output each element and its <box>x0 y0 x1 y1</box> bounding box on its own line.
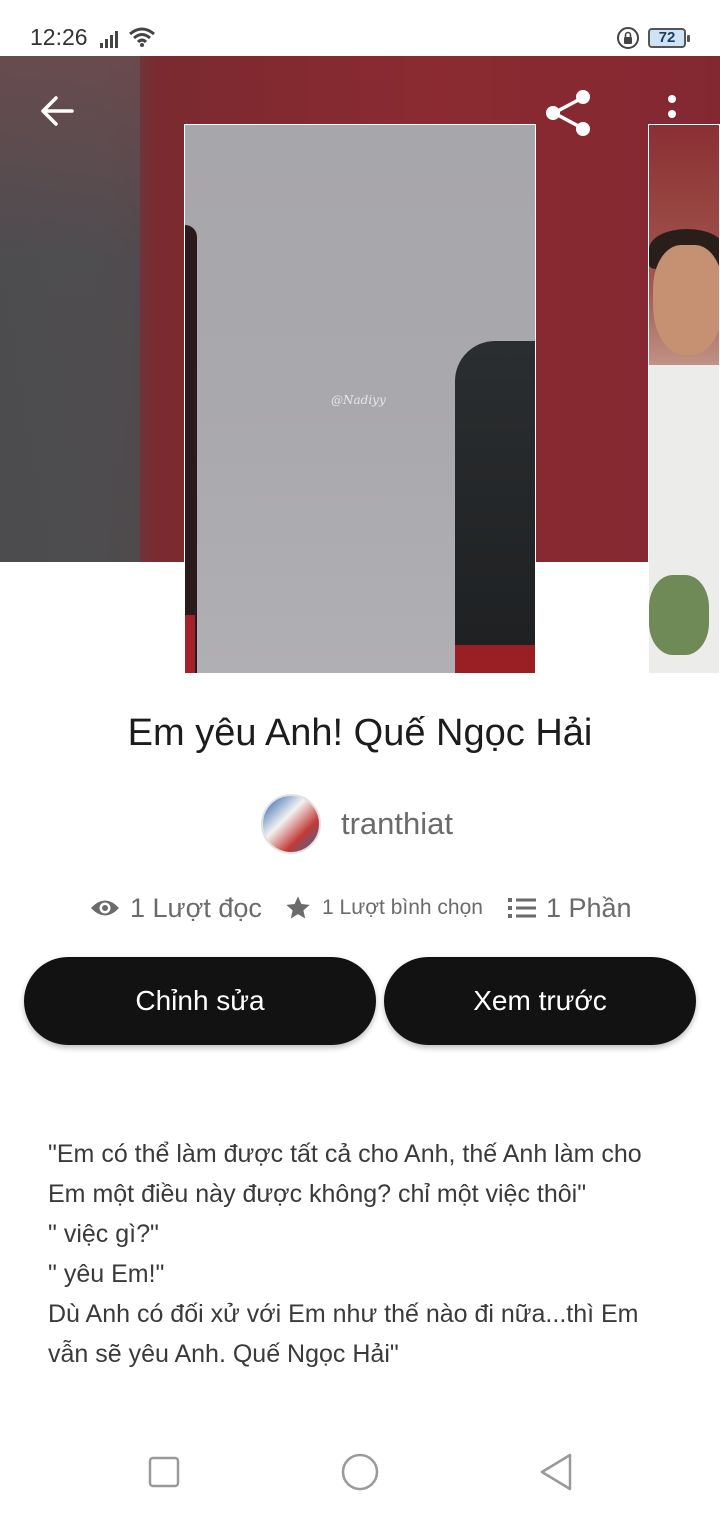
wifi-icon <box>129 27 155 47</box>
description-line: " việc gì?" <box>48 1220 159 1248</box>
cover-figure-right-accent <box>455 645 535 673</box>
back-arrow-icon[interactable] <box>36 90 78 132</box>
list-icon <box>508 898 536 918</box>
back-icon[interactable] <box>538 1452 574 1492</box>
cover-figure-right <box>455 341 535 673</box>
preview-button[interactable]: Xem trước <box>384 957 696 1045</box>
stat-parts-label: 1 Phần <box>546 892 632 923</box>
cover-figure-left-accent <box>185 615 195 673</box>
stat-votes: 1 Lượt bình chọn <box>284 886 483 930</box>
cover-watermark: @Nadiyy <box>331 393 386 407</box>
story-title: Em yêu Anh! Quế Ngọc Hải <box>127 712 593 754</box>
next-story-cover[interactable] <box>648 124 720 674</box>
cover-bouquet <box>649 575 709 655</box>
recent-apps-icon[interactable] <box>148 1456 180 1488</box>
lock-icon <box>617 27 639 49</box>
stat-parts: 1 Phần <box>508 886 632 930</box>
cover-figure-left <box>185 225 197 673</box>
status-time: 12:26 <box>30 24 88 50</box>
status-bar: 12:26 72 <box>0 0 720 56</box>
avatar[interactable] <box>261 794 321 854</box>
story-description: "Em có thể làm được tất cả cho Anh, thế … <box>48 1134 678 1374</box>
description-line: " yêu Em!" <box>48 1260 165 1288</box>
battery-level: 72 <box>658 29 676 46</box>
share-icon[interactable] <box>542 88 594 138</box>
cover-person-face <box>653 245 719 355</box>
description-line: Dù Anh có đối xử với Em như thế nào đi n… <box>48 1300 639 1368</box>
signal-icon <box>100 31 118 48</box>
stat-reads: 1 Lượt đọc <box>90 886 262 930</box>
author-name[interactable]: tranthiat <box>341 806 453 842</box>
edit-button[interactable]: Chỉnh sửa <box>24 957 376 1045</box>
battery-icon: 72 <box>648 28 690 48</box>
description-line: "Em có thể làm được tất cả cho Anh, thế … <box>48 1140 642 1208</box>
stat-votes-label: 1 Lượt bình chọn <box>322 896 483 919</box>
stat-reads-label: 1 Lượt đọc <box>130 892 262 923</box>
home-icon[interactable] <box>340 1452 380 1492</box>
story-cover[interactable]: @Nadiyy <box>184 124 536 674</box>
star-icon <box>286 896 310 919</box>
eye-icon <box>91 900 119 916</box>
